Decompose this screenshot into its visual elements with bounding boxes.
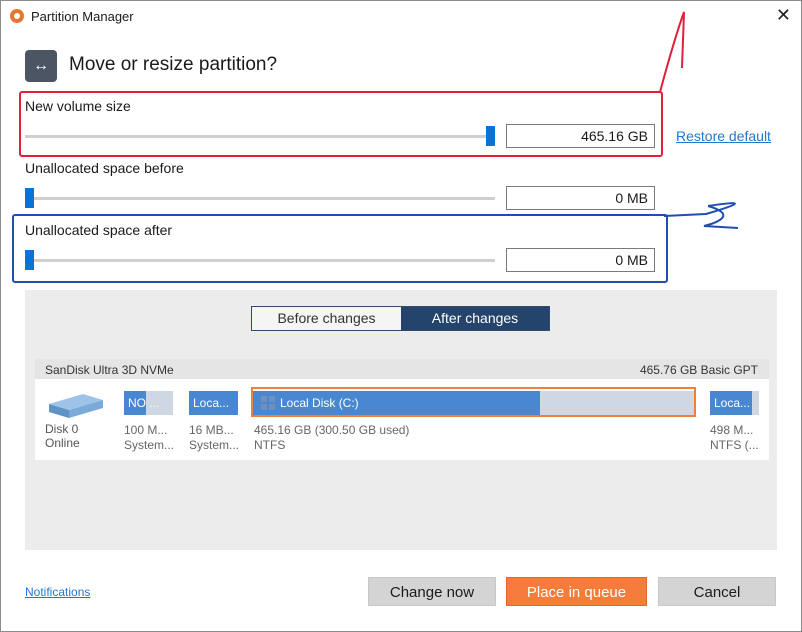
disk-label: Disk 0 <box>45 422 79 436</box>
selected-partition-outline <box>251 387 696 417</box>
partition-size: 16 MB... <box>189 423 234 437</box>
preview-tabs: Before changes After changes <box>251 306 550 331</box>
partition-bar[interactable]: NO ... <box>124 391 173 415</box>
change-now-button[interactable]: Change now <box>368 577 496 606</box>
partition-fs: System... <box>124 438 175 452</box>
partition-fs: NTFS <box>254 438 286 452</box>
tab-after-changes[interactable]: After changes <box>401 307 549 330</box>
hard-drive-icon <box>49 394 103 418</box>
partition-bar[interactable]: Loca... <box>189 391 238 415</box>
partition-fs: System... <box>189 438 240 452</box>
partition-bar[interactable]: Loca... <box>710 391 759 415</box>
partition-title: NO ... <box>128 396 160 410</box>
disk-status: Online <box>45 436 80 450</box>
annotation-mark-1-stroke <box>659 11 685 93</box>
partition-size: 465.16 GB (300.50 GB used) <box>254 423 410 437</box>
cancel-button[interactable]: Cancel <box>658 577 776 606</box>
disk-info: 465.76 GB Basic GPT <box>639 363 758 377</box>
notifications-link[interactable]: Notifications <box>25 585 90 599</box>
partition-title: Loca... <box>193 396 230 410</box>
partition-size: 100 M... <box>124 423 168 437</box>
tab-before-changes[interactable]: Before changes <box>252 307 401 330</box>
partition-size: 498 M... <box>710 423 754 437</box>
annotation-mark-2-stroke <box>663 202 739 229</box>
disk-model-name: SanDisk Ultra 3D NVMe <box>45 363 174 377</box>
partition-title: Loca... <box>714 396 751 410</box>
partition-fs: NTFS (... <box>710 438 759 452</box>
place-in-queue-button[interactable]: Place in queue <box>506 577 647 606</box>
